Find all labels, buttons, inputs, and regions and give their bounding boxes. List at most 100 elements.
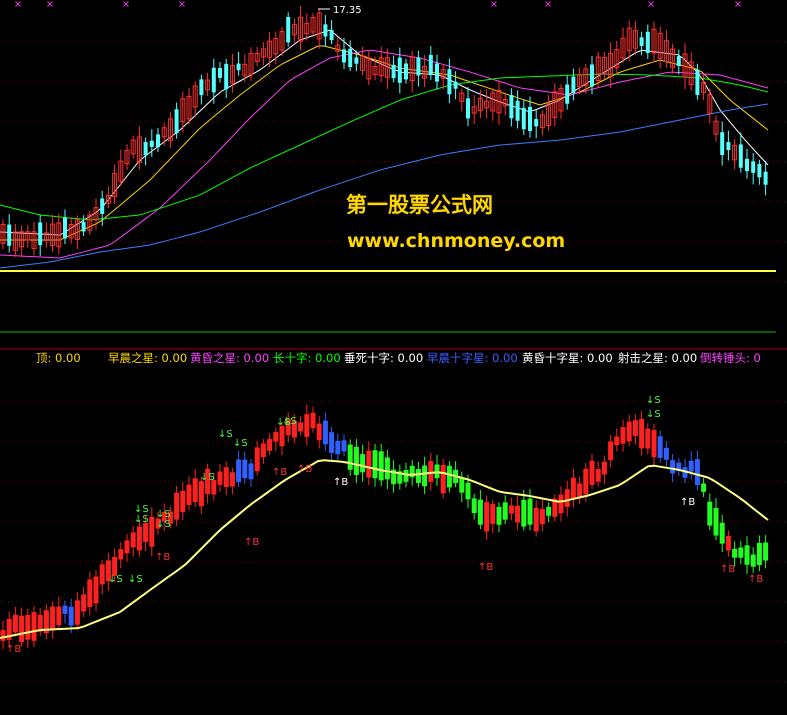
candle-body-down xyxy=(590,64,594,87)
indicator-bar: 顶: 0.00 早晨之星: 0.00 黄昏之星: 0.00 长十字: 0.00 垂死十字… xyxy=(36,351,761,365)
candle-body-down xyxy=(156,134,160,148)
trend-candle-body xyxy=(577,483,583,498)
buy-signal: ↑B xyxy=(478,562,493,573)
trend-candle-body xyxy=(589,460,595,485)
buy-signal: ↑B xyxy=(720,564,735,575)
stock-chart: × × × × × × × × 17.35 第一股票公式网 www.chnmoney.com 顶: 0… xyxy=(0,0,787,683)
candle-body-down xyxy=(453,81,458,89)
trend-candle-body xyxy=(130,532,136,548)
trend-candle-body xyxy=(763,542,769,561)
trend-candle-body xyxy=(186,484,192,505)
trend-candle-body xyxy=(415,469,421,483)
ma-line-3 xyxy=(0,49,769,259)
trend-candle-body xyxy=(335,440,341,455)
candle-body-down xyxy=(199,79,204,96)
trend-candle-body xyxy=(50,606,56,631)
trend-candle-body xyxy=(378,451,384,481)
trend-candle-body xyxy=(248,463,254,480)
candle-body-down xyxy=(515,100,520,121)
trend-candle-body xyxy=(546,506,552,516)
candle-body-down xyxy=(757,164,762,178)
buy-signal: ↑B xyxy=(748,574,763,585)
trend-candle-body xyxy=(298,422,304,432)
candle-body-down xyxy=(38,222,43,246)
trend-candle-body xyxy=(446,465,452,488)
trend-candle-body xyxy=(12,614,18,633)
candle-body-down xyxy=(354,57,359,64)
trend-candle-body xyxy=(304,414,310,437)
indicator-label: 早晨十字星: 0.00 xyxy=(427,351,518,365)
candle-body-down xyxy=(63,217,67,239)
indicator-label: 长十字: 0.00 xyxy=(273,351,341,365)
trend-candle-body xyxy=(583,468,589,495)
candle-body-down xyxy=(720,132,725,155)
trend-candle-body xyxy=(756,542,762,565)
trend-candle-body xyxy=(428,461,434,482)
candle-body-down xyxy=(763,171,768,185)
buy-signal: ↑B xyxy=(6,644,21,655)
candle-body-down xyxy=(7,224,12,246)
top-marker-icon: × xyxy=(647,0,655,10)
top-marker-icon: × xyxy=(46,0,54,10)
sell-signal: ↓S xyxy=(646,395,661,406)
top-marker-icon: × xyxy=(14,0,22,10)
sell-signal: ↓S xyxy=(108,574,123,585)
trend-candle-body xyxy=(508,505,514,514)
candle-body-down xyxy=(509,94,514,119)
trend-candle-body xyxy=(701,483,707,492)
lower-candles xyxy=(0,404,769,649)
watermark-url: www.chnmoney.com xyxy=(347,230,565,252)
candle-body-down xyxy=(726,142,731,151)
trend-candle-body xyxy=(87,579,93,608)
trend-candle-body xyxy=(322,420,328,445)
trend-candle-body xyxy=(353,446,359,475)
top-marker-icon: × xyxy=(544,0,552,10)
trend-candle-body xyxy=(490,504,496,524)
trend-candle-body xyxy=(533,507,539,532)
trend-candle-body xyxy=(725,535,731,551)
top-marker-icon: × xyxy=(178,0,186,10)
candle-body-down xyxy=(149,140,154,147)
peak-annotation: 17.35 xyxy=(318,5,362,16)
candle-body-down xyxy=(236,63,241,71)
trend-candle-body xyxy=(688,460,694,472)
trend-candle-body xyxy=(670,460,676,474)
peak-price-label: 17.35 xyxy=(333,5,362,16)
buy-signal: ↑B xyxy=(244,537,259,548)
trend-candle-body xyxy=(707,501,713,526)
trend-candle-body xyxy=(558,494,564,514)
trend-candle-body xyxy=(496,506,502,525)
trend-candle-body xyxy=(403,469,409,482)
candle-body-down xyxy=(342,49,346,63)
trend-candle-body xyxy=(459,478,465,493)
candle-body-down xyxy=(348,48,353,68)
candle-body-down xyxy=(738,144,743,168)
trend-candle-body xyxy=(384,457,390,480)
trend-candle-body xyxy=(515,505,521,523)
trend-candle-body xyxy=(639,419,645,449)
trend-candle-body xyxy=(484,502,490,532)
trend-candle-body xyxy=(174,492,180,520)
candle-body-down xyxy=(676,56,681,66)
candle-body-down xyxy=(286,16,291,43)
trend-candle-body xyxy=(143,522,149,542)
trend-candle-body xyxy=(93,576,99,604)
trend-candle-body xyxy=(601,461,607,475)
sell-signal: ↓S xyxy=(646,409,661,420)
trend-candle-body xyxy=(471,498,477,514)
candle-body-down xyxy=(528,106,532,132)
trend-candle-body xyxy=(81,594,87,612)
trend-candle-body xyxy=(0,630,6,641)
trend-candle-body xyxy=(19,615,25,643)
trend-candle-body xyxy=(341,440,347,452)
trend-candle-body xyxy=(595,468,601,482)
trend-candle-body xyxy=(645,428,651,449)
upper-candles xyxy=(0,5,768,258)
candle-body-down xyxy=(81,221,86,232)
sell-signal: ↓S xyxy=(134,514,149,525)
trend-candle-body xyxy=(422,465,428,487)
buy-signal: ↑B xyxy=(333,477,348,488)
trend-candle-body xyxy=(477,499,483,525)
trend-candle-body xyxy=(242,459,248,479)
candle-body-down xyxy=(218,68,222,78)
